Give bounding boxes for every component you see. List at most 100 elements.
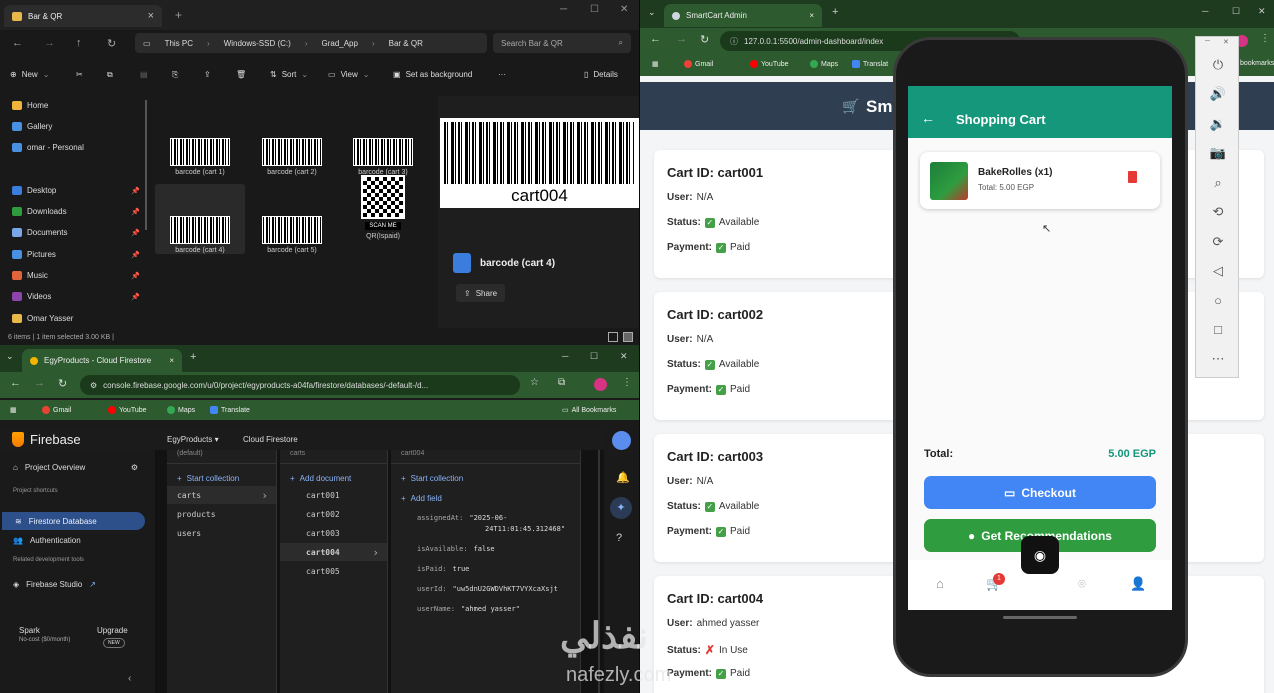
copy-icon[interactable]: ⧉ [107,70,113,80]
sidebar-item-pictures[interactable]: Pictures 📌 [12,250,140,259]
back-arrow-icon[interactable]: ← [10,377,21,389]
forward-arrow-icon[interactable]: → [676,33,687,45]
profile-avatar[interactable] [594,378,607,391]
sidebar-item-desktop[interactable]: Desktop 📌 [12,186,140,195]
field-row[interactable]: 24T11:01:45.312468" [479,525,565,533]
address-bar[interactable]: ▭ This PC › Windows-SSD (C:) › Grad_App … [135,33,487,53]
new-button[interactable]: ⊕ New ⌄ [10,70,49,79]
add-field-button[interactable]: + Add field [401,494,442,503]
set-background-button[interactable]: ▣ Set as background [393,70,472,79]
nav-firestore-database[interactable]: ≋ Firestore Database [2,512,145,530]
maximize-icon[interactable]: ☐ [1232,6,1240,17]
document-item-cart004[interactable]: cart004 › [280,543,387,561]
document-item-cart003[interactable]: cart003 [280,524,387,542]
file-barcode-cart-4-[interactable]: barcode (cart 4) [155,184,245,254]
delete-icon[interactable]: 🗑 [236,70,246,79]
breadcrumb-this-pc[interactable]: This PC [165,39,193,48]
nav-profile-icon[interactable]: 👤 [1130,576,1146,592]
bookmark-translate[interactable]: Translat [852,60,888,68]
close-window-icon[interactable]: ✕ [620,351,628,362]
new-tab-icon[interactable]: + [832,6,838,18]
explorer-tab[interactable]: Bar & QR × [4,5,162,27]
forward-arrow-icon[interactable]: → [44,37,55,49]
details-view-icon[interactable] [608,332,618,342]
up-arrow-icon[interactable]: ↑ [76,37,82,49]
collapse-sidebar-icon[interactable]: ‹ [128,673,131,684]
field-row[interactable]: assignedAt: "2025-06- [417,514,507,522]
reload-icon[interactable]: ↻ [58,377,67,390]
field-row[interactable]: userId: "uw5dnU2GWDVhKT7VYXcaXsjt [417,585,558,593]
bookmark-youtube[interactable]: YouTube [750,60,789,68]
start-collection-button[interactable]: + Start collection [177,474,239,483]
home-circle-icon[interactable]: ○ [1209,293,1227,308]
admin-tab[interactable]: SmartCart Admin × [664,4,822,27]
bookmark-youtube[interactable]: YouTube [108,406,147,414]
close-window-icon[interactable]: ✕ [1258,6,1266,17]
share-button[interactable]: ⇪ Share [456,284,506,302]
account-avatar[interactable] [612,431,631,450]
bookmark-gmail[interactable]: Gmail [42,406,71,414]
nav-camera-icon[interactable]: ⌾ [1078,576,1086,592]
overview-square-icon[interactable]: □ [1209,322,1227,337]
zoom-icon[interactable]: ⌕ [1209,175,1227,191]
back-arrow-icon[interactable]: ← [921,110,935,126]
volume-down-icon[interactable]: 🔉 [1209,116,1227,132]
scan-camera-fab[interactable]: ◉ [1021,536,1059,574]
more-options-icon[interactable]: ··· [498,70,506,79]
search-box[interactable]: Search Bar & QR ⌕ [493,33,631,53]
bookmark-translate[interactable]: Translate [210,406,250,414]
collection-item-users[interactable]: users [167,524,276,542]
tiles-view-icon[interactable] [623,332,633,342]
help-icon[interactable]: ? [616,532,622,544]
new-tab-icon[interactable]: + [175,8,182,22]
fb-url-bar[interactable]: ⚙ console.firebase.google.com/u/0/projec… [80,375,520,395]
bookmark-gmail[interactable]: Gmail [684,60,713,68]
sidebar-item-downloads[interactable]: Downloads 📌 [12,207,140,216]
back-arrow-icon[interactable]: ← [12,37,23,49]
minimize-icon[interactable]: ─ [560,4,567,15]
maximize-icon[interactable]: ☐ [590,4,599,15]
breadcrumb-grad-app[interactable]: Grad_App [321,39,357,48]
bookmark-star-icon[interactable]: ☆ [530,377,539,388]
emulator-minimize-icon[interactable]: ─ [1205,38,1210,45]
breadcrumb-drive[interactable]: Windows-SSD (C:) [224,39,291,48]
sidebar-item-videos[interactable]: Videos 📌 [12,292,140,301]
minimize-icon[interactable]: ─ [562,351,568,361]
refresh-icon[interactable]: ↻ [107,37,116,50]
collection-item-carts[interactable]: carts › [167,486,276,504]
field-row[interactable]: isAvailable: false [417,545,495,553]
checkout-button[interactable]: ▭ Checkout [924,476,1156,509]
project-selector[interactable]: EgyProducts ▾ [167,435,219,444]
document-item-cart005[interactable]: cart005 [280,562,387,580]
sidebar-scrollbar[interactable] [145,100,147,230]
all-bookmarks[interactable]: ▭ All Bookmarks [562,406,616,415]
nav-firebase-studio[interactable]: ◈ Firebase Studio ↗ [0,575,150,593]
close-tab-icon[interactable]: × [169,356,174,365]
nav-home-icon[interactable]: ⌂ [936,576,944,591]
back-arrow-icon[interactable]: ← [650,33,661,45]
rename-icon[interactable]: ⎘ [172,70,178,80]
back-triangle-icon[interactable]: ◁ [1209,263,1227,279]
upgrade-button[interactable]: Upgrade [97,626,128,635]
rotate-right-icon[interactable]: ⟳ [1209,234,1227,250]
share-icon[interactable]: ⇪ [204,70,211,79]
bookmark-maps[interactable]: Maps [810,60,838,68]
sidebar-item-omar-personal[interactable]: omar - Personal [12,143,140,152]
start-subcollection-button[interactable]: + Start collection [401,474,463,483]
reload-icon[interactable]: ↻ [700,33,709,46]
field-row[interactable]: userName: "ahmed yasser" [417,605,520,613]
screenshot-camera-icon[interactable]: 📷 [1209,145,1227,161]
close-tab-icon[interactable]: × [148,10,154,22]
nav-project-overview[interactable]: ⌂ Project Overview ⚙ [0,458,150,476]
document-item-cart001[interactable]: cart001 [280,486,387,504]
notifications-bell-icon[interactable]: 🔔 [616,471,630,484]
tab-search-icon[interactable]: ⌄ [6,351,14,362]
sort-button[interactable]: ⇅ Sort ⌄ [270,70,308,79]
sidebar-item-gallery[interactable]: Gallery [12,122,140,131]
gemini-sparkle-icon[interactable]: ✦ [610,497,632,519]
tab-search-icon[interactable]: ⌄ [648,7,656,18]
document-item-cart002[interactable]: cart002 [280,505,387,523]
sidebar-item-home[interactable]: Home [12,101,140,110]
apps-grid-icon[interactable]: ▦ [652,60,659,68]
all-bookmarks[interactable]: bookmarks [1240,60,1274,67]
